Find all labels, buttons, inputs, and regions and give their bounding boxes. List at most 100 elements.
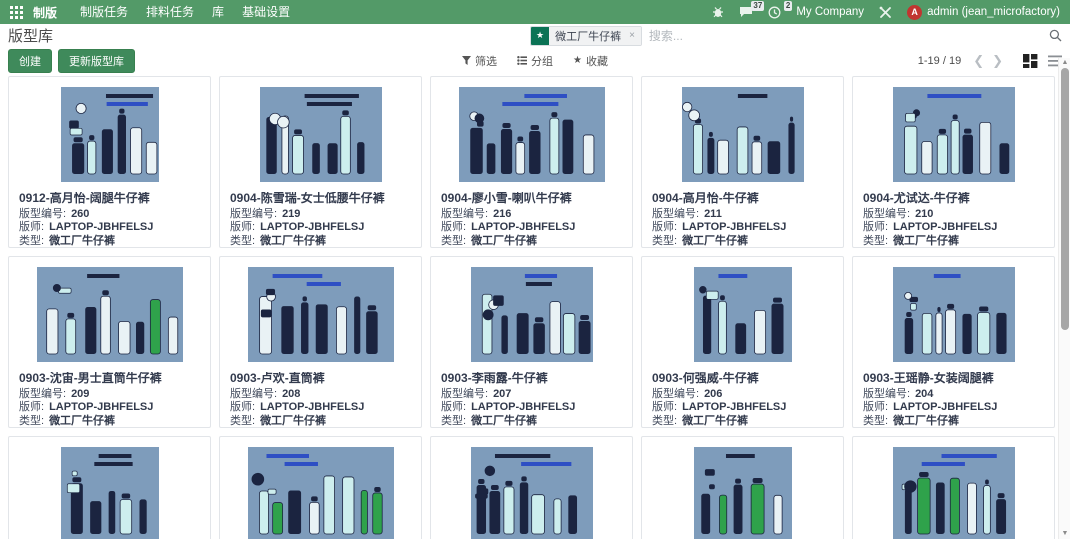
pattern-marker-image (893, 447, 1015, 539)
pattern-image (642, 437, 843, 539)
card-title: 0904-陈雪瑞-女士低腰牛仔裤 (230, 192, 411, 206)
nav-item-pattern-tasks[interactable]: 制版任务 (71, 0, 137, 24)
messages-icon[interactable]: 37 (739, 6, 753, 18)
messages-badge: 37 (751, 1, 764, 11)
pattern-card[interactable]: 0903-何强威-牛仔裤 版型编号:206 版师:LAPTOP-JBHFELSJ… (641, 256, 844, 428)
pattern-no-label: 版型编号: (652, 208, 699, 220)
nav-item-library[interactable]: 库 (203, 0, 233, 24)
activities-clock-icon[interactable]: 2 (768, 6, 781, 19)
search-facet[interactable]: ★ 微工厂牛仔裤 × (530, 26, 642, 46)
nav-item-settings[interactable]: 基础设置 (233, 0, 299, 24)
systray: 37 2 My Company A admin (jean_microfacto… (712, 5, 1060, 20)
type-value: 微工厂牛仔裤 (471, 415, 537, 427)
type-value: 微工厂牛仔裤 (893, 415, 959, 427)
pattern-no-value: 216 (493, 208, 511, 220)
pattern-no-value: 210 (915, 208, 933, 220)
designer-value: LAPTOP-JBHFELSJ (49, 401, 153, 413)
groupby-toggle[interactable]: 分组 (517, 53, 553, 69)
pattern-marker-image (61, 447, 159, 539)
scroll-down-icon[interactable]: ▼ (1059, 530, 1070, 538)
pattern-marker-image (694, 267, 792, 362)
pattern-no-label: 版型编号: (230, 208, 277, 220)
nav-item-nesting-tasks[interactable]: 排料任务 (137, 0, 203, 24)
card-title: 0903-何强威-牛仔裤 (652, 372, 833, 386)
apps-grid-icon[interactable] (10, 6, 23, 19)
pattern-card[interactable]: 0904-尤试达-牛仔裤 版型编号:210 版师:LAPTOP-JBHFELSJ… (852, 76, 1055, 248)
pattern-card[interactable] (641, 436, 844, 539)
pattern-marker-image (61, 87, 159, 182)
filters-toggle[interactable]: 筛选 (462, 53, 497, 69)
designer-value: LAPTOP-JBHFELSJ (682, 221, 786, 233)
update-library-button[interactable]: 更新版型库 (58, 49, 135, 73)
card-title: 0903-沈宙-男士直筒牛仔裤 (19, 372, 200, 386)
facet-label: 微工厂牛仔裤 (549, 27, 627, 45)
pattern-card[interactable]: 0904-廖小雪-喇叭牛仔裤 版型编号:216 版师:LAPTOP-JBHFEL… (430, 76, 633, 248)
type-value: 微工厂牛仔裤 (682, 415, 748, 427)
app-name[interactable]: 制版 (33, 4, 57, 21)
pattern-card[interactable]: 0904-陈雪瑞-女士低腰牛仔裤 版型编号:219 版师:LAPTOP-JBHF… (219, 76, 422, 248)
pattern-no-label: 版型编号: (863, 208, 910, 220)
pattern-card[interactable] (219, 436, 422, 539)
designer-label: 版师: (441, 401, 466, 413)
user-menu[interactable]: A admin (jean_microfactory) (907, 5, 1060, 20)
type-label: 类型: (652, 235, 677, 247)
card-title: 0904-尤试达-牛仔裤 (863, 192, 1044, 206)
funnel-icon (462, 56, 471, 65)
search-input[interactable]: 搜索... (649, 27, 683, 44)
favorites-toggle[interactable]: ★ 收藏 (573, 53, 608, 69)
search-options: 筛选 分组 ★ 收藏 (462, 53, 608, 69)
designer-label: 版师: (863, 401, 888, 413)
group-icon (517, 56, 527, 65)
type-value: 微工厂牛仔裤 (260, 235, 326, 247)
scroll-up-icon[interactable]: ▲ (1059, 59, 1070, 67)
card-title: 0903-卢欢-直筒裤 (230, 372, 411, 386)
facet-remove-icon[interactable]: × (627, 27, 641, 45)
designer-value: LAPTOP-JBHFELSJ (49, 221, 153, 233)
type-value: 微工厂牛仔裤 (49, 415, 115, 427)
pattern-card[interactable]: 0904-高月怡-牛仔裤 版型编号:211 版师:LAPTOP-JBHFELSJ… (641, 76, 844, 248)
pager-next[interactable]: ❯ (988, 53, 1007, 69)
kanban-content: 0912-高月怡-阔腿牛仔裤 版型编号:260 版师:LAPTOP-JBHFEL… (0, 74, 1070, 539)
bug-icon[interactable] (712, 6, 724, 18)
type-value: 微工厂牛仔裤 (471, 235, 537, 247)
pattern-marker-image (893, 267, 1015, 362)
pattern-card[interactable]: 0903-王瑶静-女装阔腿裤 版型编号:204 版师:LAPTOP-JBHFEL… (852, 256, 1055, 428)
search-icon[interactable] (1049, 29, 1062, 42)
type-label: 类型: (652, 415, 677, 427)
pattern-no-label: 版型编号: (863, 388, 910, 400)
card-title: 0903-李雨露-牛仔裤 (441, 372, 622, 386)
pattern-card[interactable]: 0903-李雨露-牛仔裤 版型编号:207 版师:LAPTOP-JBHFELSJ… (430, 256, 633, 428)
pattern-image (642, 257, 843, 371)
star-icon: ★ (573, 55, 582, 66)
designer-label: 版师: (652, 221, 677, 233)
pattern-card[interactable] (852, 436, 1055, 539)
pattern-card[interactable] (430, 436, 633, 539)
pattern-image (9, 257, 210, 371)
pattern-card[interactable]: 0912-高月怡-阔腿牛仔裤 版型编号:260 版师:LAPTOP-JBHFEL… (8, 76, 211, 248)
pattern-no-label: 版型编号: (230, 388, 277, 400)
pattern-marker-image (893, 87, 1015, 182)
pattern-card[interactable]: 0903-沈宙-男士直筒牛仔裤 版型编号:209 版师:LAPTOP-JBHFE… (8, 256, 211, 428)
pattern-no-label: 版型编号: (19, 388, 66, 400)
type-value: 微工厂牛仔裤 (893, 235, 959, 247)
view-switcher (1023, 54, 1062, 68)
pattern-card[interactable]: 0903-卢欢-直筒裤 版型编号:208 版师:LAPTOP-JBHFELSJ … (219, 256, 422, 428)
designer-value: LAPTOP-JBHFELSJ (260, 221, 364, 233)
pattern-image (853, 437, 1054, 539)
tools-icon[interactable] (879, 6, 892, 19)
card-title: 0904-高月怡-牛仔裤 (652, 192, 833, 206)
pager-previous[interactable]: ❮ (969, 53, 988, 69)
company-switcher[interactable]: My Company (796, 6, 864, 18)
designer-value: LAPTOP-JBHFELSJ (471, 221, 575, 233)
avatar: A (907, 5, 922, 20)
create-button[interactable]: 创建 (8, 49, 52, 73)
pattern-no-value: 208 (282, 388, 300, 400)
pattern-image (853, 257, 1054, 371)
pattern-card[interactable] (8, 436, 211, 539)
search-bar[interactable]: ★ 微工厂牛仔裤 × 搜索... (530, 26, 1062, 46)
designer-label: 版师: (19, 401, 44, 413)
scrollbar-thumb[interactable] (1061, 68, 1069, 330)
kanban-view-button[interactable] (1023, 54, 1038, 68)
pattern-marker-image (471, 267, 593, 362)
vertical-scrollbar[interactable]: ▲ ▼ (1058, 58, 1070, 539)
